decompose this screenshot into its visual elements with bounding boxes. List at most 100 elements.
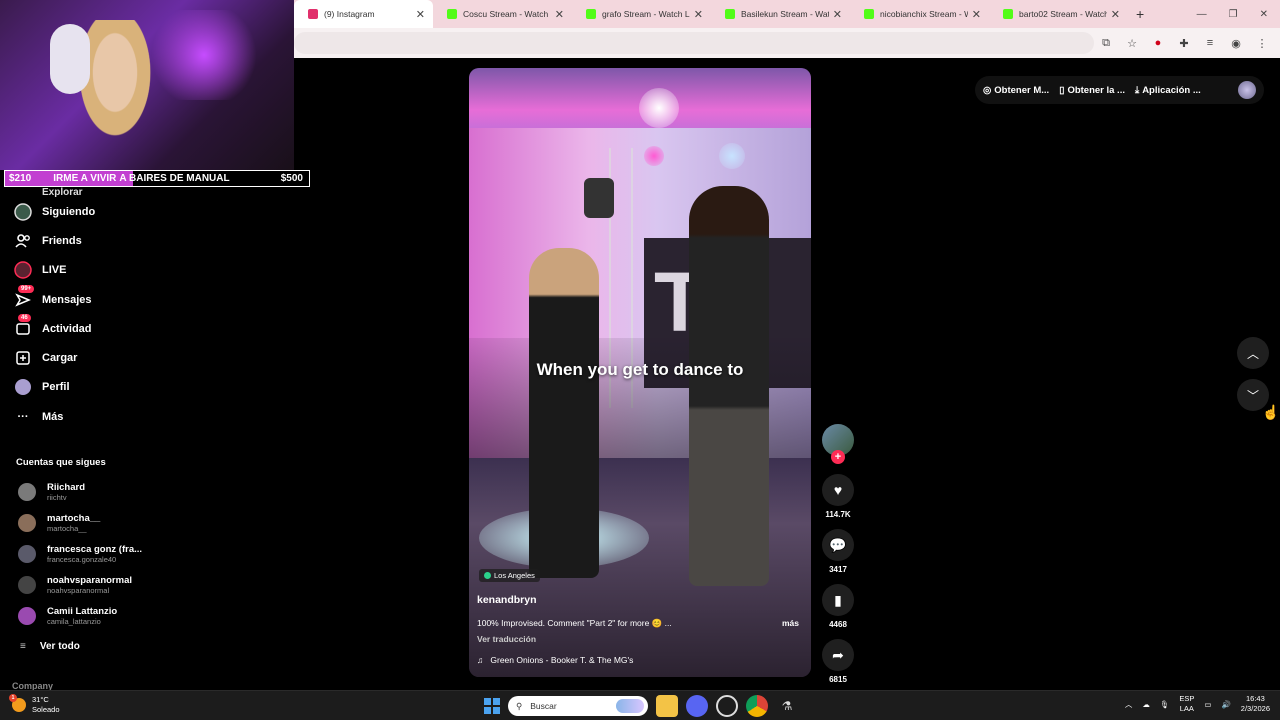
user-avatar[interactable] — [1238, 81, 1256, 99]
activity-badge: 46 — [18, 313, 31, 322]
media-control-icon[interactable]: ≡ — [1204, 37, 1216, 49]
minimize-icon[interactable]: — — [1197, 9, 1207, 20]
tab-nicobianchix[interactable]: nicobianchix Stream - Wa ✕ — [850, 0, 989, 28]
kick-icon — [586, 9, 596, 19]
tab-coscu[interactable]: Coscu Stream - Watch Liv ✕ — [433, 0, 572, 28]
tab-instagram[interactable]: (9) Instagram ✕ — [294, 0, 433, 28]
app-icon[interactable]: ⚗ — [776, 695, 798, 717]
language-indicator[interactable]: ESP LAA — [1179, 694, 1194, 714]
see-all-button[interactable]: ≡ Ver todo — [0, 636, 170, 656]
account-username: noahvsparanormal — [47, 585, 110, 595]
extensions-icon[interactable]: ✚ — [1178, 37, 1190, 50]
clock[interactable]: 16:43 2/3/2026 — [1241, 694, 1270, 714]
tab-barto02[interactable]: barto02 Stream - Watch L ✕ — [989, 0, 1128, 28]
address-bar[interactable] — [294, 32, 1094, 54]
video-light — [719, 143, 745, 169]
desktop-app-button[interactable]: ⤓ Aplicación ... — [1135, 85, 1201, 96]
sidebar-item-perfil[interactable]: Perfil — [0, 373, 170, 402]
followed-account[interactable]: Camii Lattanzio camila_lattanzio — [0, 600, 170, 631]
sidebar-item-mensajes[interactable]: 99+ Mensajes — [0, 284, 170, 314]
chrome-icon[interactable] — [746, 695, 768, 717]
sidebar: Explorar Siguiendo Friends LIVE 99+ Mens… — [0, 187, 170, 692]
close-tab-icon[interactable]: ✕ — [1111, 8, 1120, 21]
tab-basilekun[interactable]: Basilekun Stream - Watch ✕ — [711, 0, 850, 28]
restore-icon[interactable]: ❐ — [1229, 9, 1238, 20]
opera-extension-icon[interactable]: ● — [1152, 37, 1164, 49]
windows-start-icon[interactable] — [484, 698, 500, 714]
music-link[interactable]: ♫ Green Onions - Booker T. & The MG's — [477, 655, 633, 665]
phone-icon: ▯ — [1059, 84, 1065, 96]
sidebar-item-friends[interactable]: Friends — [0, 226, 170, 255]
followed-account[interactable]: noahvsparanormal noahvsparanormal — [0, 569, 170, 600]
discord-icon[interactable] — [686, 695, 708, 717]
goal-text-rest: A BAIRES DE MANUAL — [119, 173, 230, 184]
followed-account[interactable]: Riichard riichtv — [0, 476, 170, 507]
friends-icon — [14, 232, 32, 250]
tab-title: nicobianchix Stream - Wa — [880, 9, 968, 19]
instagram-icon — [308, 9, 318, 19]
like-button[interactable]: ♥ — [822, 474, 854, 506]
file-explorer-icon[interactable] — [656, 695, 678, 717]
follow-plus-icon[interactable]: + — [831, 450, 845, 464]
get-coins-button[interactable]: ◎ Obtener M... — [983, 85, 1049, 96]
close-window-icon[interactable]: ✕ — [1260, 9, 1268, 20]
tray-chevron-icon[interactable]: ︿ — [1125, 699, 1133, 710]
comment-button[interactable]: 💬 — [822, 529, 854, 561]
get-coins-label: Obtener M... — [994, 84, 1050, 96]
toolbar-icons: ⧉ ☆ ● ✚ ≡ ◉ ⋮ — [1100, 37, 1280, 50]
followed-account[interactable]: francesca gonz (fra... francesca.gonzale4… — [0, 538, 170, 569]
translate-button[interactable]: Ver traducción — [477, 634, 536, 644]
obs-icon[interactable] — [716, 695, 738, 717]
close-tab-icon[interactable]: ✕ — [833, 8, 842, 21]
goal-text-fill: IRME A VIVIR — [53, 173, 117, 184]
video-description: 100% Improvised. Comment "Part 2" for mo… — [477, 618, 672, 628]
tab-title: barto02 Stream - Watch L — [1019, 9, 1107, 19]
top-right-actions: ◎ Obtener M... ▯ Obtener la ... ⤓ Aplicació… — [975, 76, 1264, 104]
share-button[interactable]: ➦ — [822, 639, 854, 671]
share-count: 6815 — [829, 675, 847, 684]
profile-avatar-icon[interactable]: ◉ — [1230, 37, 1242, 50]
menu-dots-icon[interactable]: ⋮ — [1256, 37, 1268, 50]
sidebar-item-siguiendo[interactable]: Siguiendo — [0, 197, 170, 226]
dancer-woman — [529, 248, 599, 578]
sidebar-item-label: Cargar — [42, 352, 78, 365]
close-tab-icon[interactable]: ✕ — [694, 8, 703, 21]
save-button[interactable]: ▮ — [822, 584, 854, 616]
like-count: 114.7K — [825, 510, 851, 519]
sidebar-item-mas[interactable]: ··· Más — [0, 402, 170, 431]
search-icon: ⚲ — [516, 700, 523, 711]
sidebar-item-explorar[interactable]: Explorar — [0, 187, 170, 197]
avatar — [18, 575, 36, 594]
get-app-button[interactable]: ▯ Obtener la ... — [1059, 85, 1125, 96]
close-tab-icon[interactable]: ✕ — [972, 8, 981, 21]
sidebar-item-actividad[interactable]: 46 Actividad — [0, 313, 170, 343]
sidebar-item-label: Friends — [42, 234, 82, 247]
previous-video-button[interactable]: ︿ — [1237, 337, 1269, 369]
creator-avatar[interactable]: + — [822, 424, 854, 464]
more-button[interactable]: más — [782, 618, 799, 628]
account-username: martocha__ — [47, 523, 87, 533]
weather-widget[interactable]: 1 31°C Soleado — [9, 694, 60, 715]
save-count: 4468 — [829, 620, 847, 629]
sidebar-item-live[interactable]: LIVE — [0, 256, 170, 285]
chevron-up-icon: ︿ — [1246, 346, 1259, 361]
new-tab-button[interactable]: + — [1136, 6, 1144, 22]
volume-icon[interactable]: 🔊 — [1221, 700, 1230, 709]
install-app-icon[interactable]: ⧉ — [1100, 37, 1112, 49]
sidebar-item-cargar[interactable]: Cargar — [0, 343, 170, 372]
followed-account[interactable]: martocha__ martocha__ — [0, 507, 170, 538]
close-tab-icon[interactable]: ✕ — [416, 8, 425, 21]
sidebar-item-label: Mensajes — [42, 293, 92, 306]
close-tab-icon[interactable]: ✕ — [555, 8, 564, 21]
tab-grafo[interactable]: grafo Stream - Watch Live ✕ — [572, 0, 711, 28]
taskbar-search[interactable]: ⚲ Buscar — [508, 696, 648, 716]
microphone-icon[interactable]: 🎙 — [1160, 700, 1170, 709]
get-app-label: Obtener la ... — [1067, 84, 1125, 96]
display-icon[interactable]: ▭ — [1204, 700, 1211, 709]
bookmark-star-icon[interactable]: ☆ — [1126, 37, 1138, 50]
onedrive-icon[interactable]: ☁ — [1142, 700, 1150, 709]
video-author[interactable]: kenandbryn — [477, 594, 537, 606]
location-tag[interactable]: Los Angeles — [479, 569, 540, 582]
kick-icon — [447, 9, 457, 19]
video-player[interactable]: TA When you get to dance to Los Angeles … — [469, 68, 811, 677]
